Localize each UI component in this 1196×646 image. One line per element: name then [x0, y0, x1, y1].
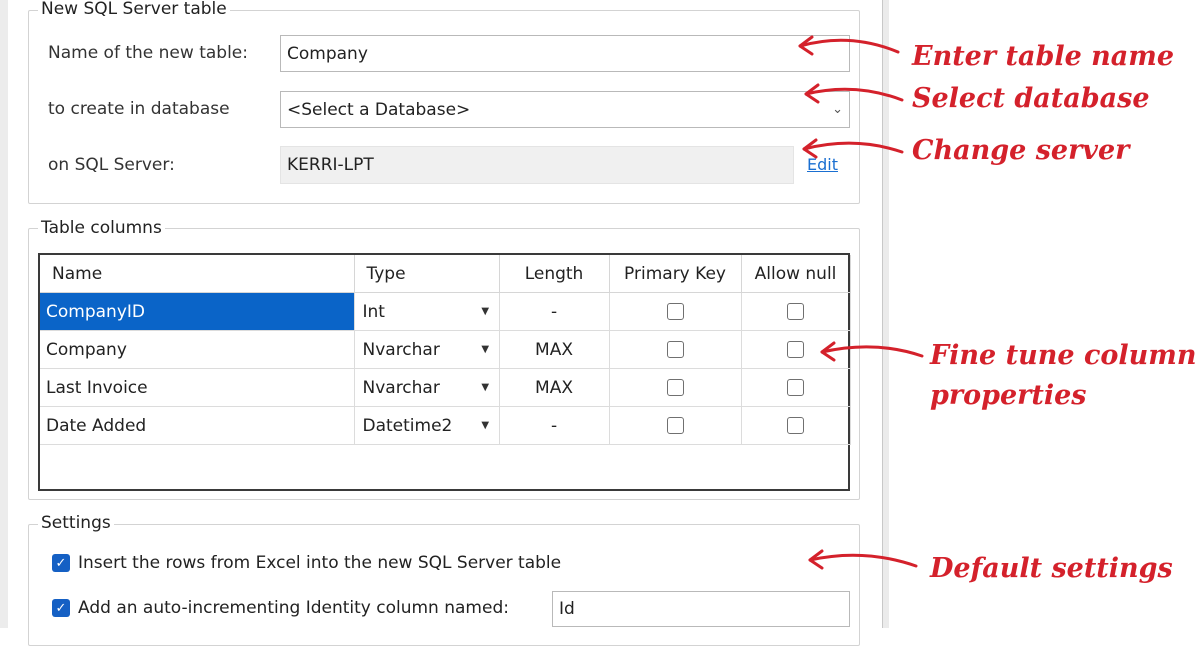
annotation-fine-tune-line2: properties [930, 380, 1087, 411]
curved-arrow-left-icon [802, 138, 904, 159]
curved-arrow-left-icon [808, 549, 918, 570]
annotation-fine-tune-line1: Fine tune column [930, 340, 1196, 371]
annotation-change-server: Change server [912, 135, 1130, 166]
curved-arrow-left-icon [804, 83, 904, 104]
curved-arrow-left-icon [798, 35, 900, 56]
annotation-select-database: Select database [912, 83, 1150, 114]
curved-arrow-left-icon [820, 341, 924, 362]
annotation-enter-table-name: Enter table name [912, 41, 1175, 72]
annotation-default-settings: Default settings [930, 553, 1173, 584]
